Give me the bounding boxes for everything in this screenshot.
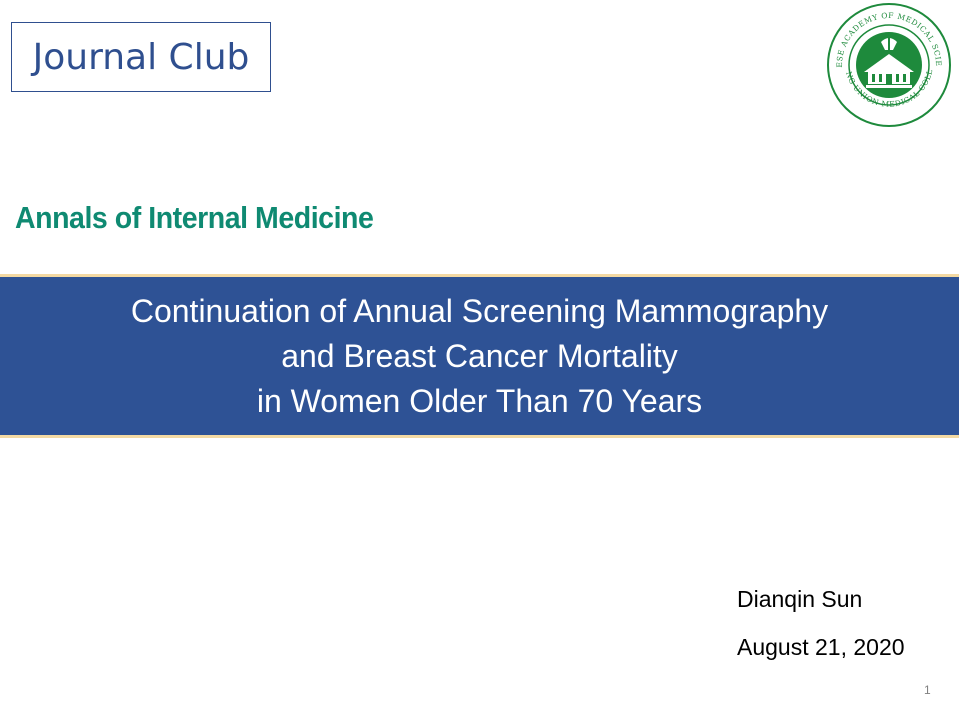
- page-number: 1: [924, 683, 931, 697]
- presenter-name: Dianqin Sun: [737, 586, 863, 612]
- journal-club-label: Journal Club: [32, 36, 250, 78]
- institution-seal-icon: CHINESE ACADEMY OF MEDICAL SCIENCES PEKI…: [826, 2, 951, 127]
- title-line-3: in Women Older Than 70 Years: [256, 382, 703, 419]
- title-line-2: and Breast Cancer Mortality: [281, 337, 678, 374]
- journal-club-box: Journal Club: [11, 22, 271, 92]
- presentation-date: August 21, 2020: [737, 634, 905, 660]
- title-line-1: Continuation of Annual Screening Mammogr…: [130, 292, 829, 329]
- title-band: Continuation of Annual Screening Mammogr…: [0, 277, 959, 435]
- journal-name: Annals of Internal Medicine: [15, 200, 374, 235]
- slide: Journal Club CHINESE ACADEMY OF MEDICAL …: [0, 0, 959, 707]
- title-band-bottom-rule: [0, 435, 959, 438]
